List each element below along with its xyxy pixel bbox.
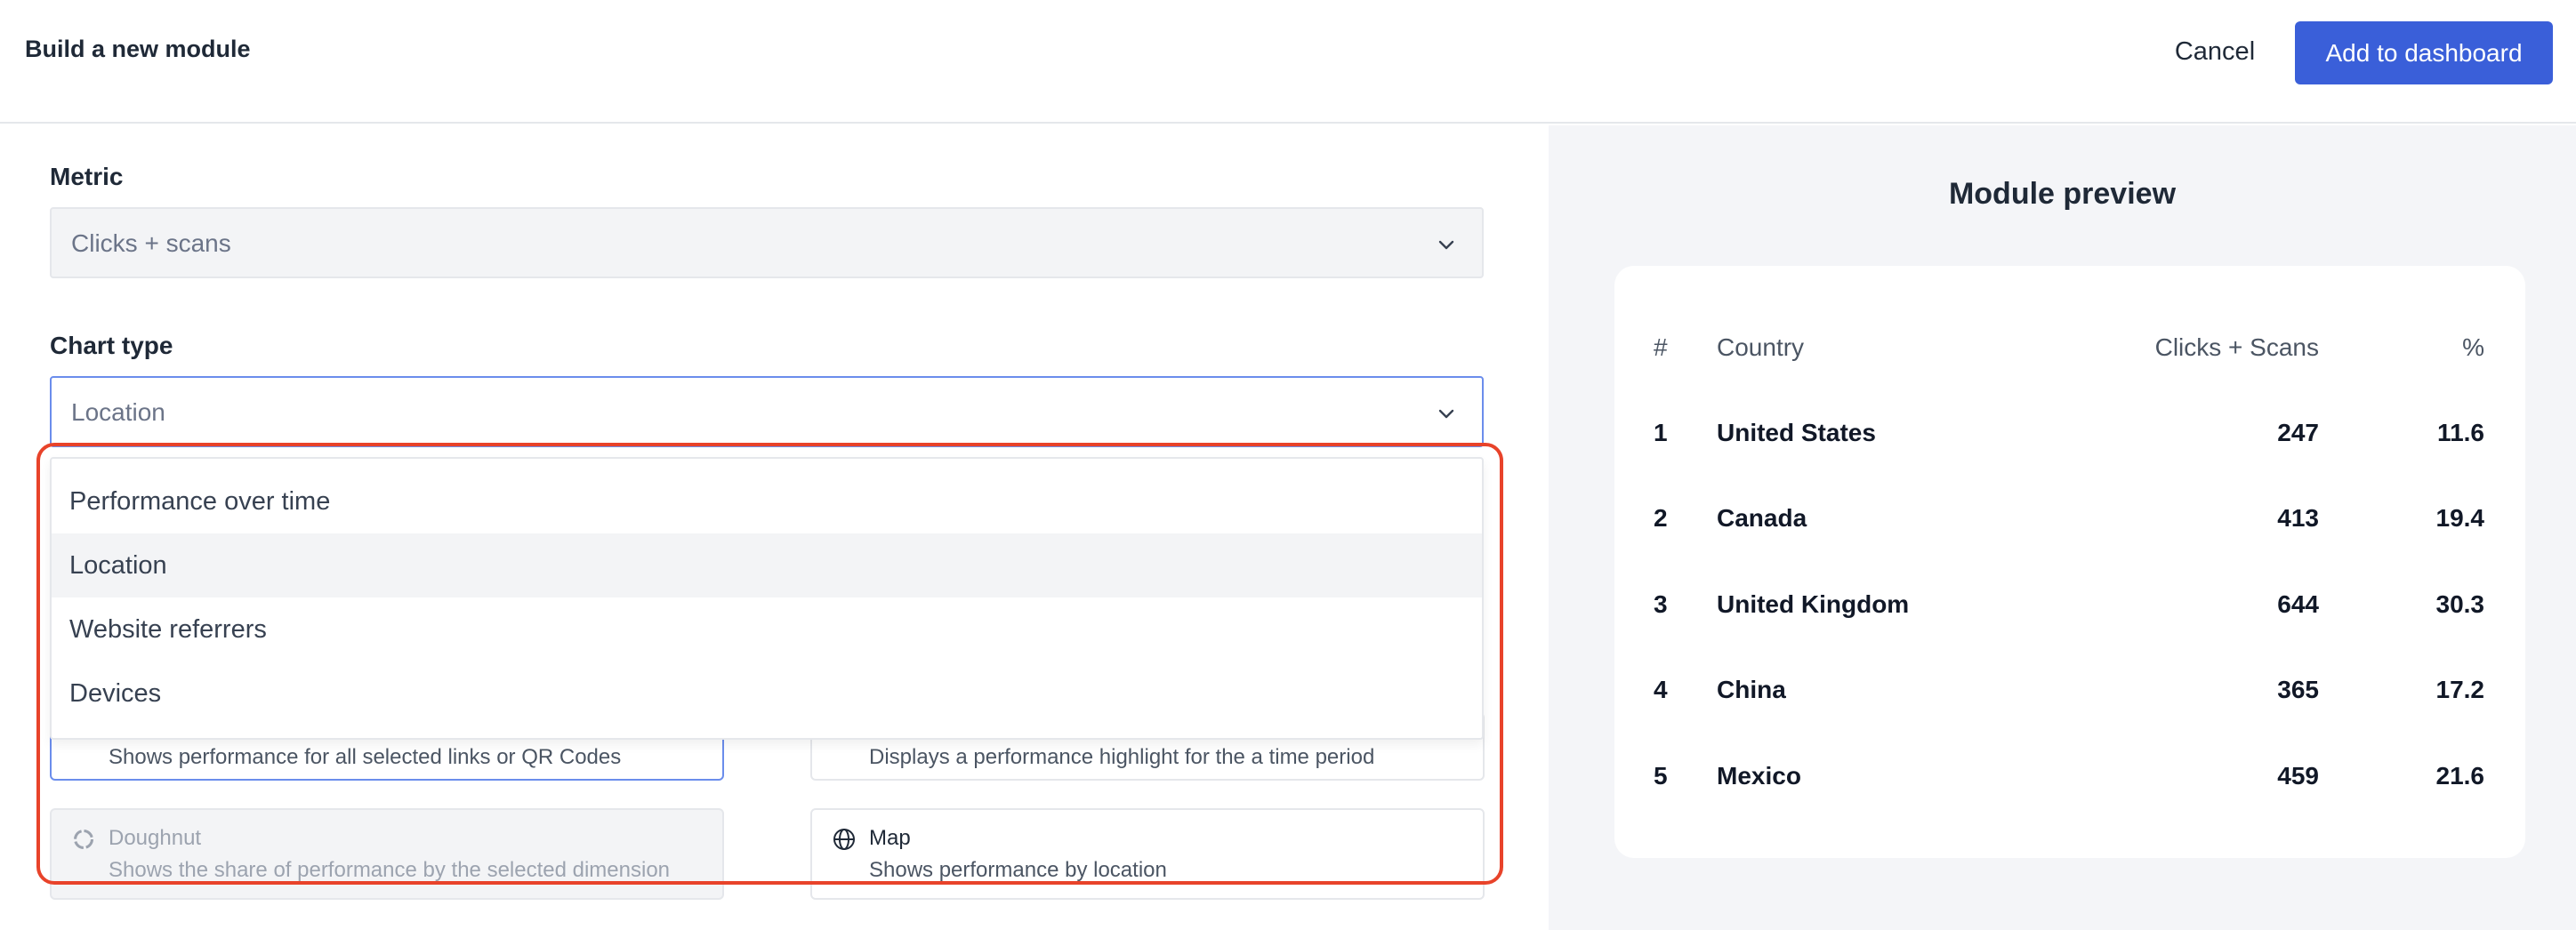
chart-type-select[interactable]: Location (50, 376, 1484, 447)
preview-table: # Country Clicks + Scans % 1 United Stat… (1614, 266, 2525, 858)
preview-title: Module preview (1948, 177, 2177, 211)
chevron-down-icon (1438, 240, 1454, 250)
cancel-button[interactable]: Cancel (2158, 21, 2272, 82)
row-rank: 1 (1654, 419, 1668, 446)
row-country: United States (1717, 419, 1876, 446)
metric-select[interactable]: Clicks + scans (50, 207, 1484, 278)
chart-card-desc: Shows performance for all selected links… (109, 745, 622, 769)
chart-card-title: Doughnut (109, 826, 202, 850)
row-country: Mexico (1717, 762, 1801, 790)
globe-icon (833, 829, 855, 850)
module-preview-panel: Module preview # Country Clicks + Scans … (1549, 125, 2576, 930)
row-percent: 19.4 (2435, 504, 2485, 532)
chart-type-dropdown: Performance over time Location Website r… (50, 457, 1484, 740)
chart-card-desc: Shows the share of performance by the se… (109, 858, 671, 882)
chart-card-doughnut: Doughnut Shows the share of performance … (50, 808, 724, 900)
dropdown-option-website-referrers[interactable]: Website referrers (52, 597, 1482, 661)
row-rank: 2 (1654, 504, 1668, 532)
row-rank: 3 (1654, 590, 1668, 618)
row-rank: 5 (1654, 762, 1668, 790)
chart-card-desc: Displays a performance highlight for the… (869, 745, 1375, 769)
row-clicks: 644 (2277, 590, 2319, 618)
chart-type-label: Chart type (50, 332, 173, 359)
row-rank: 4 (1654, 676, 1668, 703)
row-country: China (1717, 676, 1786, 703)
chevron-down-icon (1438, 409, 1454, 419)
chart-card-desc: Shows performance by location (869, 858, 1167, 882)
doughnut-icon (74, 830, 93, 849)
row-clicks: 247 (2277, 419, 2319, 446)
row-clicks: 459 (2277, 762, 2319, 790)
dropdown-option-devices[interactable]: Devices (52, 661, 1482, 726)
add-to-dashboard-button[interactable]: Add to dashboard (2295, 21, 2553, 84)
column-header-country: Country (1717, 333, 1805, 361)
header-bar: Build a new module Cancel Add to dashboa… (0, 0, 2576, 124)
dropdown-option-location[interactable]: Location (52, 533, 1482, 597)
row-percent: 21.6 (2435, 762, 2485, 790)
chart-card-title: Map (869, 826, 911, 850)
metric-label: Metric (50, 163, 124, 190)
chart-card-map[interactable]: Map Shows performance by location (810, 808, 1485, 900)
row-country: United Kingdom (1717, 590, 1910, 618)
row-clicks: 413 (2277, 504, 2319, 532)
column-header-rank: # (1654, 333, 1668, 361)
chart-type-select-value: Location (71, 398, 165, 426)
row-clicks: 365 (2277, 676, 2319, 703)
row-country: Canada (1717, 504, 1807, 532)
row-percent: 11.6 (2437, 419, 2484, 446)
column-header-percent: % (2462, 333, 2484, 361)
metric-select-value: Clicks + scans (71, 229, 231, 257)
dropdown-option-performance-over-time[interactable]: Performance over time (52, 469, 1482, 533)
column-header-clicks: Clicks + Scans (2154, 333, 2319, 361)
row-percent: 17.2 (2435, 676, 2485, 703)
module-form: Metric Clicks + scans Chart type Locatio… (0, 125, 1548, 930)
row-percent: 30.3 (2435, 590, 2485, 618)
page-title: Build a new module (25, 36, 251, 62)
